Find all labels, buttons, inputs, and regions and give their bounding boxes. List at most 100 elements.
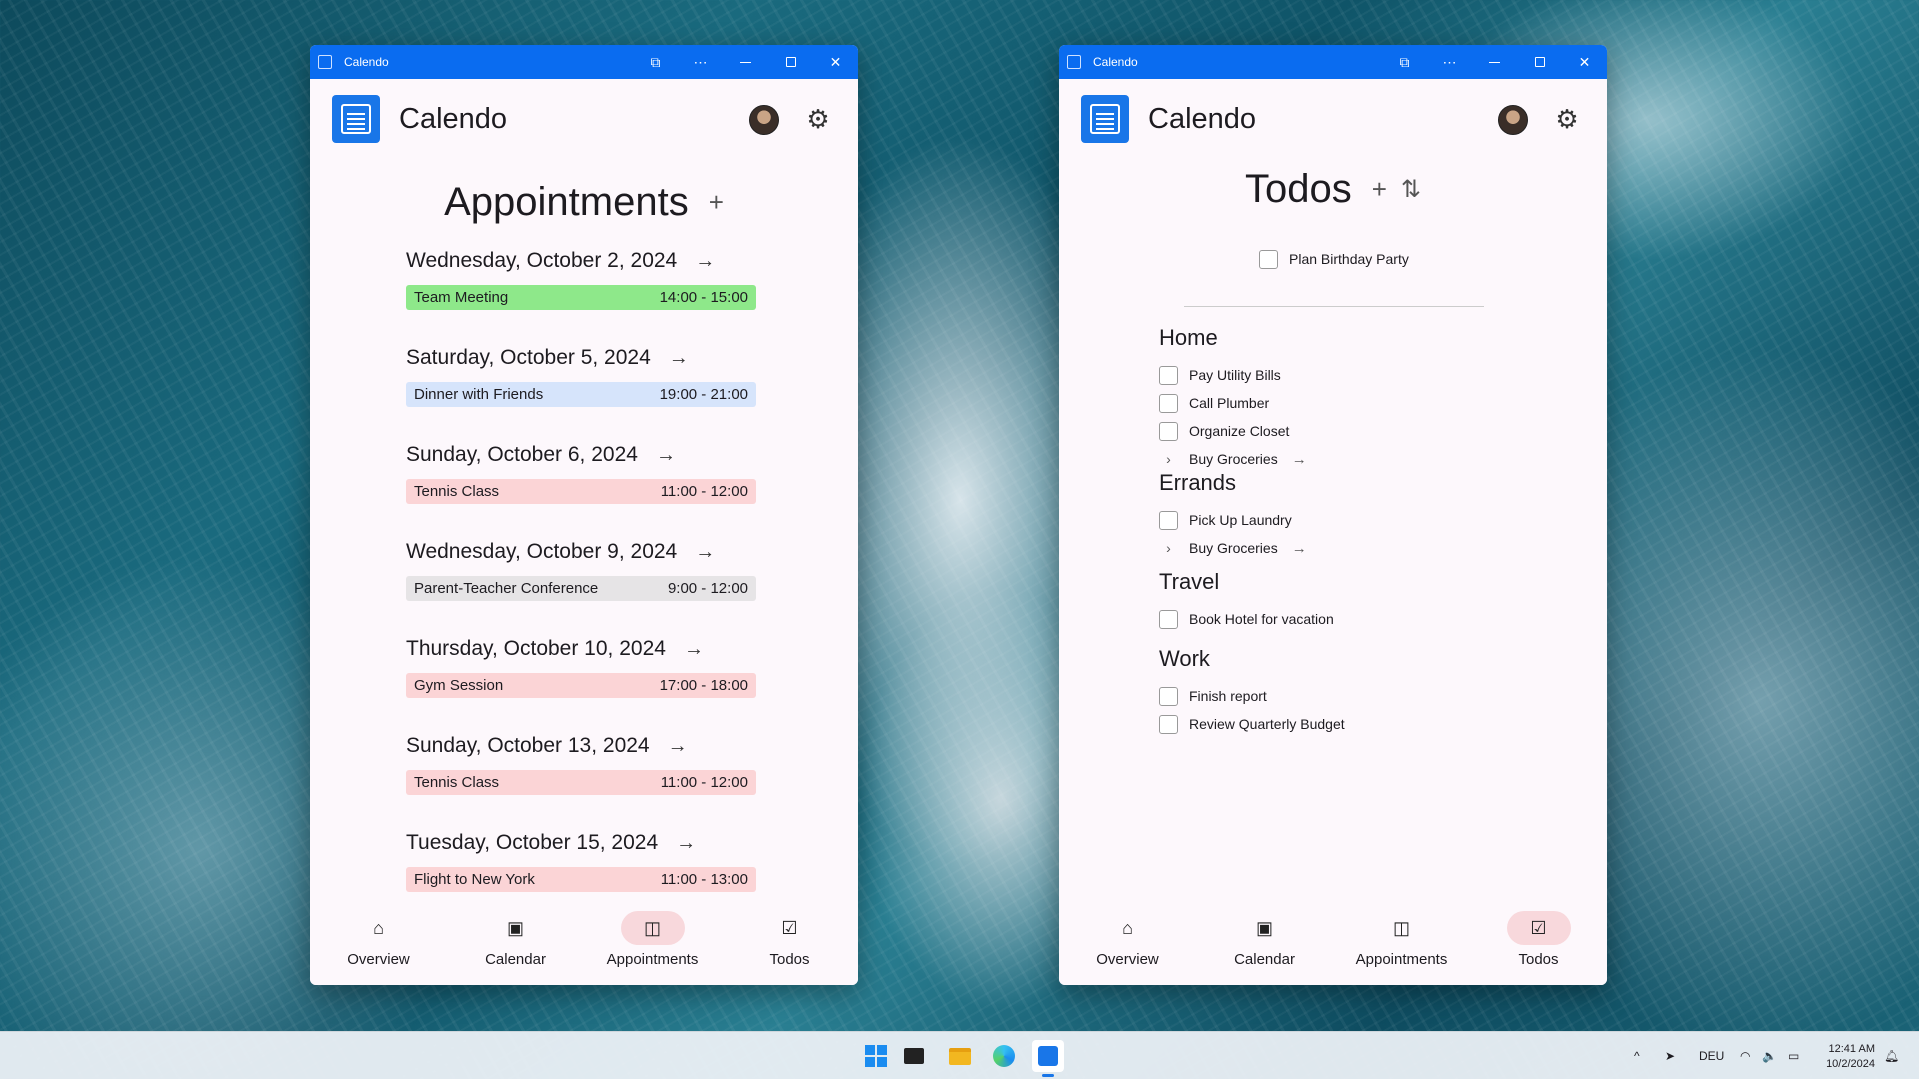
sort-icon[interactable]: ⇅ (1401, 175, 1421, 204)
bottom-navigation: ⌂ Overview ▣ Calendar ◫ Appointments ☑ T… (1059, 909, 1607, 985)
chevron-right-icon[interactable]: › (1159, 451, 1178, 467)
home-icon: ⌂ (1122, 917, 1133, 938)
todo-item[interactable]: Plan Birthday Party (1259, 245, 1409, 273)
nav-item-todos[interactable]: ☑ Todos (730, 909, 850, 985)
appointment-title: Dinner with Friends (414, 386, 544, 403)
arrow-right-icon[interactable]: → (1292, 540, 1307, 557)
nav-item-appointments[interactable]: ◫ Appointments (1342, 909, 1462, 985)
maximize-button[interactable] (768, 45, 813, 79)
todo-item[interactable]: Review Quarterly Budget (1159, 710, 1345, 738)
window-title: Calendo (344, 55, 389, 69)
nav-item-calendar[interactable]: ▣ Calendar (456, 909, 576, 985)
maximize-button[interactable] (1517, 45, 1562, 79)
nav-item-appointments[interactable]: ◫ Appointments (593, 909, 713, 985)
system-clock[interactable]: 12:41 AM 10/2/2024 (1820, 1042, 1875, 1072)
todo-item[interactable]: Call Plumber (1159, 389, 1307, 417)
add-todo-plus-icon[interactable]: + (1372, 174, 1387, 205)
todo-label: Pick Up Laundry (1189, 512, 1292, 528)
appointment-day-group: Sunday, October 6, 2024 → Tennis Class 1… (406, 439, 756, 536)
todo-category: Home Pay Utility Bills Call Plumber Orga… (1159, 325, 1307, 473)
todo-checkbox[interactable] (1159, 686, 1178, 706)
day-title: Sunday, October 13, 2024 (406, 734, 650, 757)
taskbar: ^ ➤ DEU ◠ 🔈 ▭ 12:41 AM 10/2/2024 🔔︎ (0, 1031, 1919, 1079)
app-small-icon (1067, 55, 1081, 69)
arrow-right-icon[interactable]: → (1292, 451, 1307, 468)
avatar[interactable] (1498, 105, 1528, 135)
appointment-bar[interactable]: Tennis Class 11:00 - 12:00 (406, 770, 756, 795)
todo-checkbox[interactable] (1159, 714, 1178, 734)
chevron-right-icon[interactable]: › (1159, 540, 1178, 556)
calendo-taskbar-icon[interactable] (1032, 1040, 1064, 1077)
calendar-logo-icon (332, 95, 380, 143)
todo-item[interactable]: Finish report (1159, 682, 1345, 710)
gear-icon[interactable]: ⚙ (1553, 105, 1581, 133)
calendo-window-appointments: Calendo ⧉ ⋯ ✕ Calendo ⚙ Appointments + W… (310, 45, 858, 985)
language-indicator[interactable]: DEU (1699, 1032, 1724, 1079)
terminal-app-icon[interactable] (898, 1040, 930, 1072)
appointment-bar[interactable]: Parent-Teacher Conference 9:00 - 12:00 (406, 576, 756, 601)
wifi-icon[interactable]: ◠ (1740, 1032, 1750, 1079)
appointment-bar[interactable]: Gym Session 17:00 - 18:00 (406, 673, 756, 698)
file-explorer-icon[interactable] (944, 1040, 976, 1072)
arrow-right-icon[interactable]: → (668, 735, 688, 758)
arrow-right-icon[interactable]: → (676, 832, 696, 855)
app-title: Calendo (1148, 102, 1257, 135)
appointment-bar[interactable]: Flight to New York 11:00 - 13:00 (406, 867, 756, 892)
appointment-bar[interactable]: Team Meeting 14:00 - 15:00 (406, 285, 756, 310)
arrow-right-icon[interactable]: → (656, 444, 676, 467)
appointment-time: 11:00 - 13:00 (660, 871, 748, 888)
appointment-day-group: Sunday, October 13, 2024 → Tennis Class … (406, 730, 756, 827)
nav-item-overview[interactable]: ⌂ Overview (1068, 909, 1188, 985)
title-bar[interactable]: Calendo ⧉ ⋯ ✕ (310, 45, 858, 79)
avatar[interactable] (749, 105, 779, 135)
add-appointment-plus-icon[interactable]: + (709, 187, 724, 218)
nav-item-calendar[interactable]: ▣ Calendar (1205, 909, 1325, 985)
day-header: Sunday, October 6, 2024 → (406, 439, 756, 471)
battery-icon[interactable]: ▭ (1788, 1032, 1799, 1079)
close-button[interactable]: ✕ (1562, 45, 1607, 79)
todo-checkbox[interactable] (1159, 609, 1178, 629)
todo-item[interactable]: Pay Utility Bills (1159, 361, 1307, 389)
arrow-right-icon[interactable]: → (684, 638, 704, 661)
briefcase-icon: ◫ (620, 911, 685, 945)
todo-link-item[interactable]: › Buy Groceries → (1159, 445, 1307, 473)
todo-checkbox[interactable] (1259, 249, 1278, 269)
appointment-bar[interactable]: Dinner with Friends 19:00 - 21:00 (406, 382, 756, 407)
notification-bell-icon[interactable]: 🔔︎ (1884, 1032, 1899, 1079)
todo-checkbox[interactable] (1159, 393, 1178, 413)
briefcase-icon: ◫ (1392, 917, 1410, 938)
day-title: Tuesday, October 15, 2024 (406, 831, 659, 854)
edge-browser-icon[interactable] (988, 1040, 1020, 1072)
title-bar[interactable]: Calendo ⧉ ⋯ ✕ (1059, 45, 1607, 79)
arrow-right-icon[interactable]: → (695, 541, 715, 564)
todo-label: Finish report (1189, 688, 1267, 704)
chevron-up-icon[interactable]: ^ (1634, 1032, 1640, 1079)
gear-icon[interactable]: ⚙ (804, 105, 832, 133)
arrow-right-icon[interactable]: → (695, 250, 715, 273)
close-button[interactable]: ✕ (813, 45, 858, 79)
nav-item-overview[interactable]: ⌂ Overview (319, 909, 439, 985)
todo-link-item[interactable]: › Buy Groceries → (1159, 534, 1307, 562)
nav-item-todos[interactable]: ☑ Todos (1479, 909, 1599, 985)
start-windows-icon[interactable] (860, 1040, 892, 1072)
todo-item[interactable]: Organize Closet (1159, 417, 1307, 445)
todo-checkbox[interactable] (1159, 421, 1178, 441)
more-options-icon[interactable]: ⋯ (1427, 45, 1472, 79)
snap-layout-icon[interactable]: ⧉ (1382, 45, 1427, 79)
todo-item[interactable]: Book Hotel for vacation (1159, 605, 1334, 633)
nav-label: Calendar (1234, 951, 1295, 968)
calendo-window-todos: Calendo ⧉ ⋯ ✕ Calendo ⚙ Todos + ⇅ Plan B… (1059, 45, 1607, 985)
snap-layout-icon[interactable]: ⧉ (633, 45, 678, 79)
appointment-bar[interactable]: Tennis Class 11:00 - 12:00 (406, 479, 756, 504)
todo-checkbox[interactable] (1159, 510, 1178, 530)
todo-item[interactable]: Pick Up Laundry (1159, 506, 1307, 534)
volume-icon[interactable]: 🔈 (1762, 1032, 1777, 1079)
minimize-button[interactable] (723, 45, 768, 79)
arrow-right-icon[interactable]: → (669, 347, 689, 370)
appointment-title: Tennis Class (414, 483, 500, 500)
clock-date: 10/2/2024 (1826, 1058, 1875, 1070)
minimize-button[interactable] (1472, 45, 1517, 79)
todo-checkbox[interactable] (1159, 365, 1178, 385)
location-icon[interactable]: ➤ (1665, 1032, 1675, 1079)
more-options-icon[interactable]: ⋯ (678, 45, 723, 79)
